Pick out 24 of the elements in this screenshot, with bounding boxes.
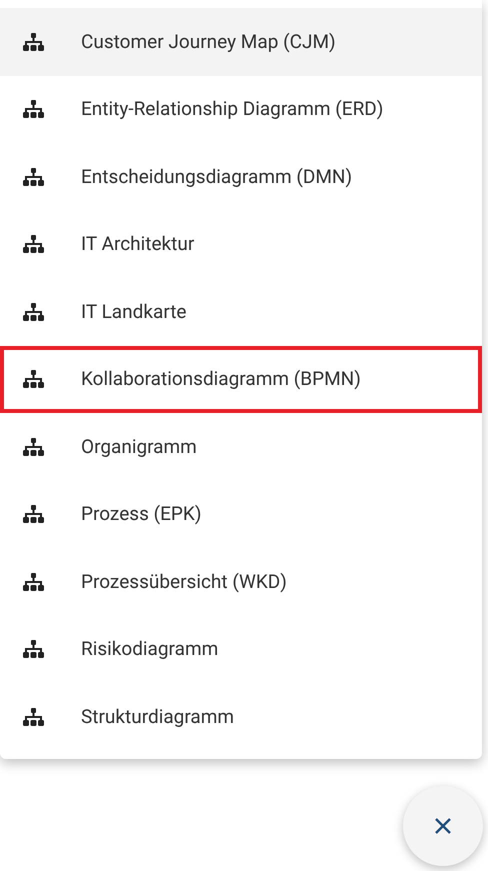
close-button[interactable] xyxy=(403,786,483,866)
hierarchy-icon xyxy=(23,370,44,388)
hierarchy-icon xyxy=(23,32,44,51)
menu-item[interactable]: Kollaborationsdiagramm (BPMN) xyxy=(0,346,482,413)
menu-item[interactable]: IT Landkarte xyxy=(0,278,482,346)
hierarchy-icon xyxy=(23,235,44,254)
menu-item[interactable]: Organigramm xyxy=(0,413,482,480)
hierarchy-icon xyxy=(23,302,44,321)
menu-item[interactable]: Risikodiagramm xyxy=(0,616,482,683)
hierarchy-icon xyxy=(23,505,44,524)
hierarchy-icon xyxy=(23,572,44,591)
hierarchy-icon xyxy=(23,708,44,726)
menu-item[interactable]: Entity-Relationship Diagramm (ERD) xyxy=(0,76,482,143)
menu-item[interactable]: Prozess (EPK) xyxy=(0,480,482,548)
hierarchy-icon xyxy=(23,438,44,456)
hierarchy-icon xyxy=(23,168,44,186)
menu-item[interactable]: IT Architektur xyxy=(0,210,482,278)
hierarchy-icon xyxy=(23,640,44,658)
hierarchy-icon xyxy=(23,100,44,118)
menu-item[interactable]: Prozessübersicht (WKD) xyxy=(0,548,482,616)
menu-item[interactable]: Customer Journey Map (CJM) xyxy=(0,8,482,76)
menu-item[interactable]: Entscheidungsdiagramm (DMN) xyxy=(0,143,482,210)
menu-item[interactable]: Strukturdiagramm xyxy=(0,683,482,750)
close-icon xyxy=(434,817,452,835)
